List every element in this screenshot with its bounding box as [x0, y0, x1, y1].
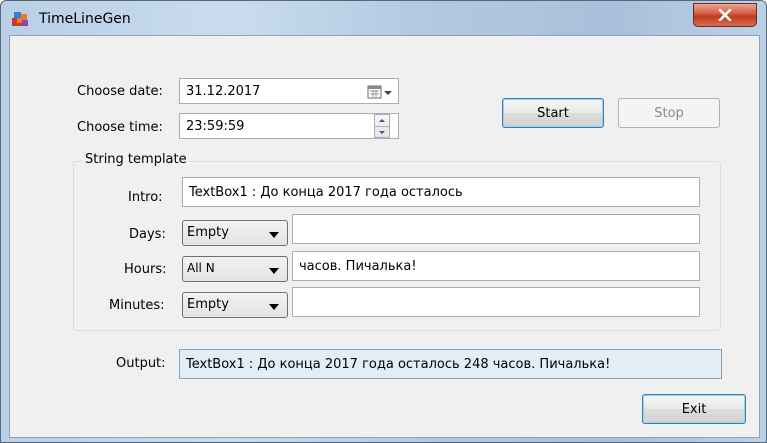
stop-button[interactable]: Stop	[618, 98, 720, 128]
chevron-down-icon	[269, 304, 279, 310]
spin-up-icon[interactable]	[375, 115, 389, 126]
intro-value: TextBox1 : До конца 2017 года осталось	[189, 184, 463, 200]
time-value: 23:59:59	[186, 118, 245, 134]
spin-down-icon[interactable]	[375, 127, 389, 138]
output-field: TextBox1 : До конца 2017 года осталось 2…	[179, 349, 722, 379]
chevron-down-icon	[269, 232, 279, 238]
client-area: Choose date: 31.12.2017 Choose time: 23:…	[9, 35, 760, 438]
app-icon	[12, 12, 28, 26]
hours-mode-value: All N	[187, 261, 215, 275]
hours-mode-select[interactable]: All N	[182, 256, 288, 282]
chevron-down-icon	[269, 268, 279, 274]
exit-button[interactable]: Exit	[642, 394, 746, 424]
calendar-dropdown-button[interactable]	[366, 82, 394, 102]
date-picker[interactable]: 31.12.2017	[179, 78, 399, 104]
title-bar[interactable]: TimeLineGen	[1, 1, 766, 35]
minutes-text-input[interactable]	[292, 287, 700, 317]
time-picker[interactable]: 23:59:59	[179, 113, 399, 139]
time-spinner[interactable]	[374, 114, 390, 138]
calendar-icon	[367, 85, 392, 99]
days-text-input[interactable]	[292, 214, 700, 244]
days-mode-select[interactable]: Empty	[182, 220, 288, 246]
hours-label: Hours:	[124, 262, 167, 277]
start-button[interactable]: Start	[502, 98, 604, 128]
hours-text-value: часов. Пичалька!	[299, 258, 417, 274]
output-value: TextBox1 : До конца 2017 года осталось 2…	[186, 356, 611, 372]
close-button[interactable]	[693, 3, 757, 27]
days-mode-value: Empty	[187, 225, 229, 240]
minutes-label: Minutes:	[109, 298, 165, 313]
intro-label: Intro:	[128, 190, 163, 205]
intro-input[interactable]: TextBox1 : До конца 2017 года осталось	[182, 177, 700, 207]
close-icon	[718, 9, 732, 21]
date-label: Choose date:	[77, 84, 163, 99]
window-title: TimeLineGen	[39, 11, 131, 27]
date-value: 31.12.2017	[186, 83, 261, 99]
minutes-mode-value: Empty	[187, 297, 229, 312]
hours-text-input[interactable]: часов. Пичалька!	[292, 251, 700, 281]
group-title: String template	[82, 152, 190, 167]
minutes-mode-select[interactable]: Empty	[182, 292, 288, 318]
time-label: Choose time:	[77, 120, 163, 135]
output-label: Output:	[116, 356, 166, 371]
days-label: Days:	[129, 227, 166, 242]
app-window: TimeLineGen Choose date: 31.12.2017 Choo…	[0, 0, 767, 443]
